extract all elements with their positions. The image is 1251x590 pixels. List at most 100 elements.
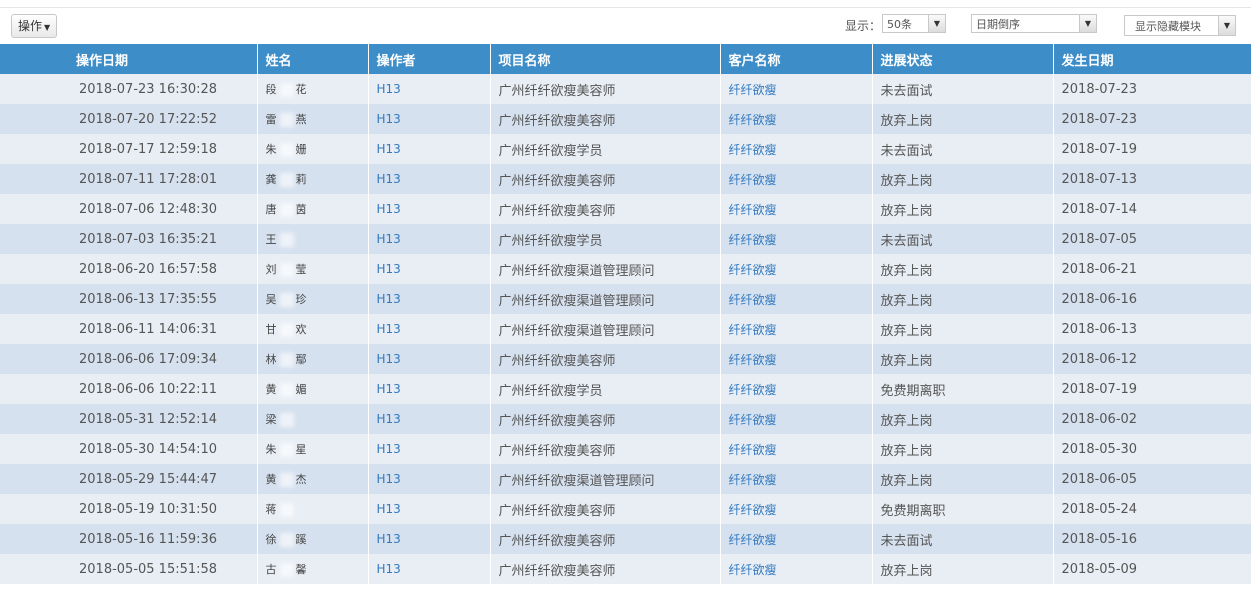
cell-name: 朱星: [257, 434, 369, 464]
operator-link[interactable]: H13: [377, 82, 401, 96]
chevron-down-icon[interactable]: ▼: [928, 15, 945, 32]
client-link[interactable]: 纤纤欲瘦: [729, 143, 777, 157]
name-redaction: [279, 563, 294, 577]
operation-menu-button[interactable]: 操作 ▼: [11, 14, 58, 38]
client-link[interactable]: 纤纤欲瘦: [729, 203, 777, 217]
header-project[interactable]: 项目名称: [490, 44, 721, 74]
name-redaction: [279, 383, 294, 397]
operation-menu-label: 操作: [18, 19, 43, 33]
operator-link[interactable]: H13: [377, 232, 401, 246]
client-link[interactable]: 纤纤欲瘦: [729, 353, 777, 367]
client-link[interactable]: 纤纤欲瘦: [729, 413, 777, 427]
cell-op-date: 2018-07-11 17:28:01: [0, 164, 258, 194]
operator-link[interactable]: H13: [377, 472, 401, 486]
operator-link[interactable]: H13: [377, 172, 401, 186]
cell-operator: H13: [368, 374, 491, 404]
header-status[interactable]: 进展状态: [872, 44, 1054, 74]
table-row[interactable]: 2018-05-31 12:52:14 梁 H13 广州纤纤欲瘦美容师 纤纤欲瘦 放弃上岗…: [0, 404, 1251, 434]
client-link[interactable]: 纤纤欲瘦: [729, 293, 777, 307]
name-redaction: [279, 83, 294, 97]
operator-link[interactable]: H13: [377, 352, 401, 366]
table-row[interactable]: 2018-07-23 16:30:28 段花 H13 广州纤纤欲瘦美容师 纤纤欲瘦 未去面…: [0, 74, 1251, 104]
cell-op-date: 2018-06-13 17:35:55: [0, 284, 258, 314]
operator-link[interactable]: H13: [377, 142, 401, 156]
operator-link[interactable]: H13: [377, 322, 401, 336]
table-row[interactable]: 2018-05-05 15:51:58 古馨 H13 广州纤纤欲瘦美容师 纤纤欲瘦 放弃上…: [0, 554, 1251, 584]
operator-link[interactable]: H13: [377, 532, 401, 546]
table-row[interactable]: 2018-06-20 16:57:58 刘莹 H13 广州纤纤欲瘦渠道管理顾问 纤纤欲瘦…: [0, 254, 1251, 284]
cell-occur-date: 2018-07-05: [1053, 224, 1251, 254]
table-row[interactable]: 2018-05-29 15:44:47 黄杰 H13 广州纤纤欲瘦渠道管理顾问 纤纤欲瘦…: [0, 464, 1251, 494]
cell-status: 放弃上岗: [872, 464, 1054, 494]
sort-order-select[interactable]: 日期倒序 ▼: [971, 14, 1097, 33]
header-op-date[interactable]: 操作日期: [0, 44, 258, 74]
operator-link[interactable]: H13: [377, 112, 401, 126]
cell-project: 广州纤纤欲瘦渠道管理顾问: [490, 254, 721, 284]
table-row[interactable]: 2018-05-30 14:54:10 朱星 H13 广州纤纤欲瘦美容师 纤纤欲瘦 放弃上…: [0, 434, 1251, 464]
chevron-down-icon[interactable]: ▼: [1218, 16, 1235, 35]
header-client[interactable]: 客户名称: [720, 44, 873, 74]
table-row[interactable]: 2018-05-16 11:59:36 徐蹊 H13 广州纤纤欲瘦美容师 纤纤欲瘦 未去面…: [0, 524, 1251, 554]
name-first-char: 雷: [265, 113, 278, 126]
cell-name: 蒋: [257, 494, 369, 524]
cell-op-date: 2018-07-23 16:30:28: [0, 74, 258, 104]
client-link[interactable]: 纤纤欲瘦: [729, 83, 777, 97]
name-first-char: 吴: [265, 293, 278, 306]
operator-link[interactable]: H13: [377, 412, 401, 426]
table-row[interactable]: 2018-07-20 17:22:52 雷燕 H13 广州纤纤欲瘦美容师 纤纤欲瘦 放弃上…: [0, 104, 1251, 134]
name-redaction: [279, 143, 294, 157]
client-link[interactable]: 纤纤欲瘦: [729, 533, 777, 547]
cell-status: 放弃上岗: [872, 434, 1054, 464]
chevron-down-icon[interactable]: ▼: [1079, 15, 1096, 32]
name-first-char: 林: [265, 353, 278, 366]
client-link[interactable]: 纤纤欲瘦: [729, 323, 777, 337]
cell-op-date: 2018-05-31 12:52:14: [0, 404, 258, 434]
cell-occur-date: 2018-07-13: [1053, 164, 1251, 194]
cell-status: 免费期离职: [872, 494, 1054, 524]
table-row[interactable]: 2018-07-11 17:28:01 龚莉 H13 广州纤纤欲瘦美容师 纤纤欲瘦 放弃上…: [0, 164, 1251, 194]
client-link[interactable]: 纤纤欲瘦: [729, 113, 777, 127]
operator-link[interactable]: H13: [377, 562, 401, 576]
cell-operator: H13: [368, 74, 491, 104]
table-row[interactable]: 2018-05-19 10:31:50 蒋 H13 广州纤纤欲瘦美容师 纤纤欲瘦 免费期离…: [0, 494, 1251, 524]
client-link[interactable]: 纤纤欲瘦: [729, 383, 777, 397]
header-occur-date[interactable]: 发生日期: [1053, 44, 1251, 74]
table-row[interactable]: 2018-07-03 16:35:21 王 H13 广州纤纤欲瘦学员 纤纤欲瘦 未去面试 2…: [0, 224, 1251, 254]
header-name[interactable]: 姓名: [257, 44, 369, 74]
client-link[interactable]: 纤纤欲瘦: [729, 263, 777, 277]
page-size-select[interactable]: 50条 ▼: [882, 14, 946, 33]
cell-client: 纤纤欲瘦: [720, 164, 873, 194]
toggle-modules-select[interactable]: 显示隐藏模块 ▼: [1124, 15, 1236, 36]
table-row[interactable]: 2018-07-06 12:48:30 唐茵 H13 广州纤纤欲瘦美容师 纤纤欲瘦 放弃上…: [0, 194, 1251, 224]
table-row[interactable]: 2018-06-06 17:09:34 林鄢 H13 广州纤纤欲瘦美容师 纤纤欲瘦 放弃上…: [0, 344, 1251, 374]
operator-link[interactable]: H13: [377, 292, 401, 306]
table-row[interactable]: 2018-07-17 12:59:18 朱姗 H13 广州纤纤欲瘦学员 纤纤欲瘦 未去面试…: [0, 134, 1251, 164]
client-link[interactable]: 纤纤欲瘦: [729, 563, 777, 577]
client-link[interactable]: 纤纤欲瘦: [729, 503, 777, 517]
cell-status: 未去面试: [872, 134, 1054, 164]
table-row[interactable]: 2018-06-13 17:35:55 吴珍 H13 广州纤纤欲瘦渠道管理顾问 纤纤欲瘦…: [0, 284, 1251, 314]
name-last-char: 燕: [295, 113, 308, 126]
cell-client: 纤纤欲瘦: [720, 104, 873, 134]
operator-link[interactable]: H13: [377, 202, 401, 216]
name-redaction: [279, 233, 294, 247]
operator-link[interactable]: H13: [377, 442, 401, 456]
name-last-char: 姗: [295, 143, 308, 156]
operator-link[interactable]: H13: [377, 382, 401, 396]
operator-link[interactable]: H13: [377, 502, 401, 516]
client-link[interactable]: 纤纤欲瘦: [729, 473, 777, 487]
table-row[interactable]: 2018-06-06 10:22:11 黄媚 H13 广州纤纤欲瘦学员 纤纤欲瘦 免费期离…: [0, 374, 1251, 404]
client-link[interactable]: 纤纤欲瘦: [729, 443, 777, 457]
client-link[interactable]: 纤纤欲瘦: [729, 233, 777, 247]
cell-client: 纤纤欲瘦: [720, 494, 873, 524]
header-operator[interactable]: 操作者: [368, 44, 491, 74]
cell-name: 梁: [257, 404, 369, 434]
name-redaction: [279, 323, 294, 337]
cell-name: 唐茵: [257, 194, 369, 224]
operator-link[interactable]: H13: [377, 262, 401, 276]
table-row[interactable]: 2018-06-11 14:06:31 甘欢 H13 广州纤纤欲瘦渠道管理顾问 纤纤欲瘦…: [0, 314, 1251, 344]
name-last-char: 鄢: [295, 353, 308, 366]
client-link[interactable]: 纤纤欲瘦: [729, 173, 777, 187]
name-first-char: 朱: [265, 143, 278, 156]
name-first-char: 龚: [265, 173, 278, 186]
